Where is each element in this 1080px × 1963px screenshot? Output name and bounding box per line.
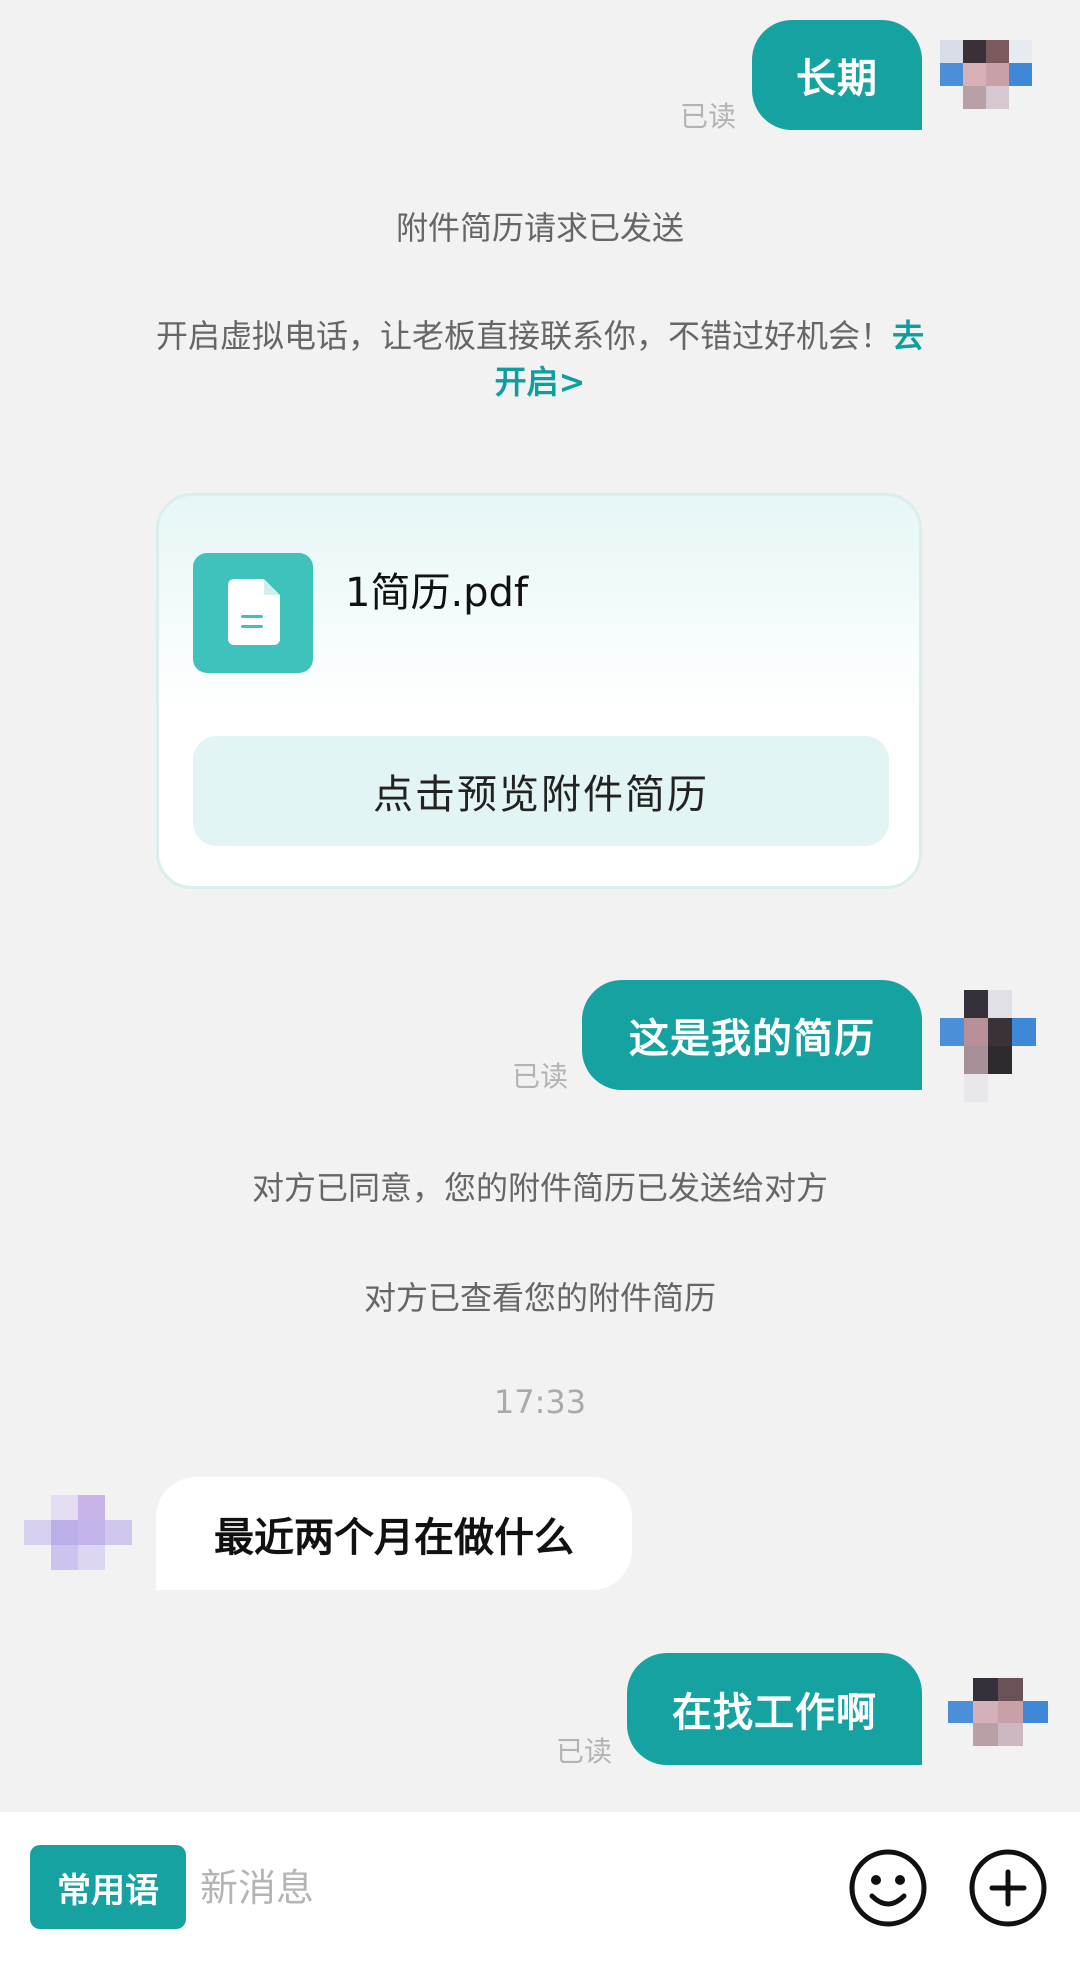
my-avatar[interactable] (948, 1678, 1048, 1768)
smiley-icon[interactable] (846, 1846, 930, 1930)
my-avatar[interactable] (940, 40, 1032, 132)
timestamp: 17:33 (493, 1383, 587, 1421)
my-avatar[interactable] (940, 990, 1036, 1102)
outgoing-message[interactable]: 这是我的简历 (582, 980, 922, 1090)
chat-screen: 已读 长期 附件简历请求已发送 开启虚拟电话，让老板直接联系你，不错过好机会！去… (0, 0, 1080, 1963)
read-status: 已读 (556, 1735, 613, 1768)
read-status: 已读 (680, 100, 737, 133)
system-message: 对方已查看您的附件简历 (363, 1279, 716, 1317)
file-name: 1简历.pdf (345, 570, 529, 616)
system-message-text: 开启虚拟电话，让老板直接联系你，不错过好机会！ (155, 317, 892, 355)
outgoing-message[interactable]: 长期 (752, 20, 922, 130)
document-icon (193, 553, 313, 673)
system-message: 对方已同意，您的附件简历已发送给对方 (251, 1169, 828, 1207)
preview-resume-button[interactable]: 点击预览附件简历 (193, 736, 889, 846)
message-input[interactable] (200, 1852, 820, 1924)
common-phrases-button[interactable]: 常用语 (30, 1845, 186, 1929)
outgoing-message[interactable]: 在找工作啊 (627, 1653, 922, 1765)
resume-card[interactable]: 1简历.pdf 点击预览附件简历 (156, 493, 922, 889)
contact-avatar[interactable] (24, 1495, 132, 1595)
input-bar: 常用语 (0, 1812, 1080, 1963)
system-message: 附件简历请求已发送 (395, 209, 684, 247)
incoming-message[interactable]: 最近两个月在做什么 (156, 1477, 632, 1590)
plus-circle-icon[interactable] (966, 1846, 1050, 1930)
read-status: 已读 (512, 1060, 569, 1093)
system-message-virtual-phone: 开启虚拟电话，让老板直接联系你，不错过好机会！去开启> (150, 313, 930, 405)
